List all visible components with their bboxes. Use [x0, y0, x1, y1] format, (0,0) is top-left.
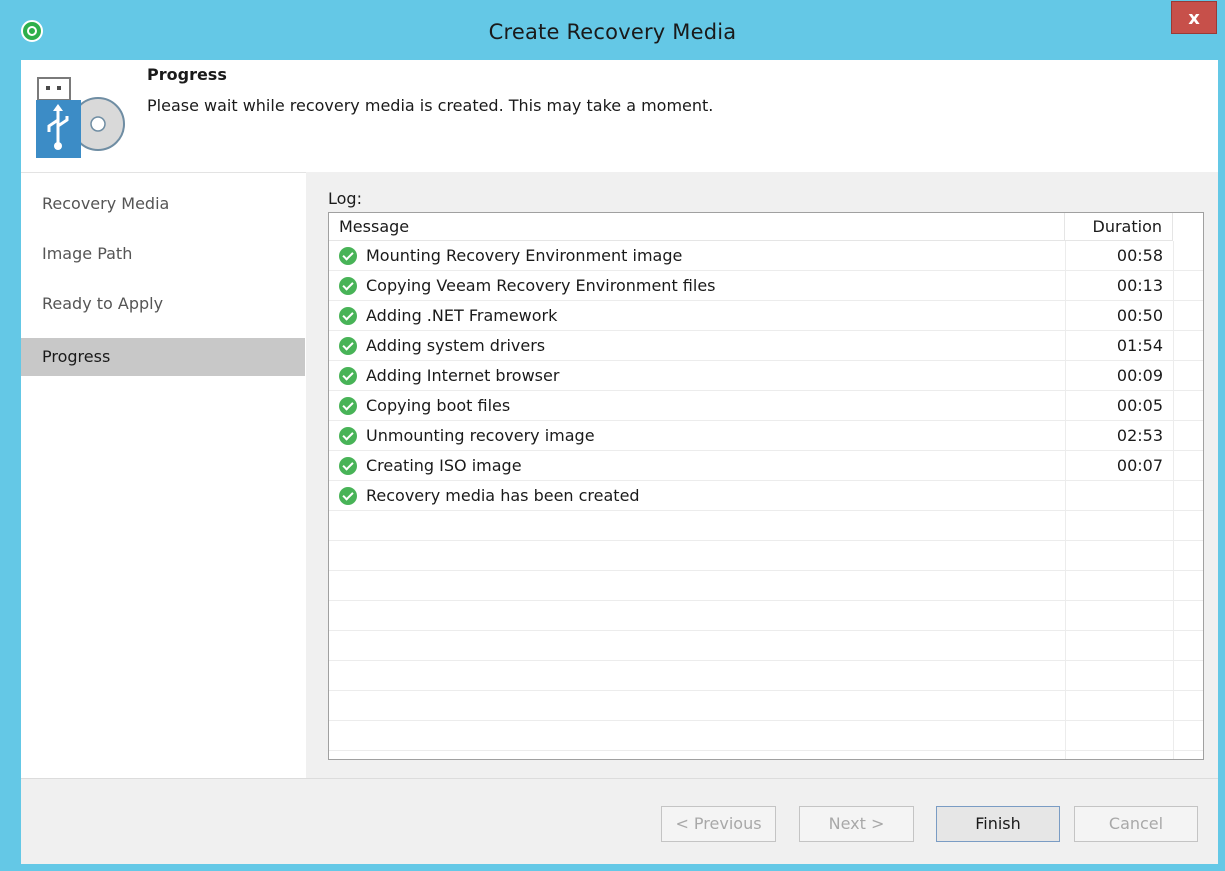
- log-message: Creating ISO image: [366, 456, 522, 475]
- log-table[interactable]: Message Duration Mounting Recovery Envir…: [328, 212, 1204, 760]
- title-bar[interactable]: Create Recovery Media x: [0, 0, 1225, 60]
- wizard-window: Create Recovery Media x Progress Please …: [0, 0, 1225, 871]
- success-check-icon: [339, 247, 357, 265]
- log-message: Adding system drivers: [366, 336, 546, 355]
- progress-panel: Log: Message Duration Mounting Recovery …: [306, 172, 1218, 778]
- usb-recovery-media-icon: [36, 77, 125, 158]
- cancel-button[interactable]: Cancel: [1074, 806, 1198, 842]
- log-duration: 00:13: [1116, 276, 1163, 295]
- log-duration: 00:09: [1116, 366, 1163, 385]
- sidebar-item-progress[interactable]: Progress: [21, 338, 305, 376]
- log-message: Copying Veeam Recovery Environment files: [366, 276, 716, 295]
- sidebar-item-ready-to-apply[interactable]: Ready to Apply: [21, 285, 305, 323]
- previous-button[interactable]: < Previous: [661, 806, 776, 842]
- success-check-icon: [339, 457, 357, 475]
- log-duration: 02:53: [1116, 426, 1163, 445]
- table-row[interactable]: Adding system drivers 01:54: [329, 331, 1203, 361]
- success-check-icon: [339, 367, 357, 385]
- empty-row: [329, 541, 1203, 571]
- log-duration: 00:50: [1116, 306, 1163, 325]
- table-row[interactable]: Copying boot files 00:05: [329, 391, 1203, 421]
- log-message: Adding Internet browser: [366, 366, 560, 385]
- wizard-header: Progress Please wait while recovery medi…: [21, 60, 1218, 172]
- success-check-icon: [339, 337, 357, 355]
- step-title: Progress: [147, 65, 227, 84]
- log-duration: 00:07: [1116, 456, 1163, 475]
- log-label: Log:: [328, 189, 362, 208]
- column-header-message[interactable]: Message: [329, 213, 1065, 241]
- log-duration: 01:54: [1116, 336, 1163, 355]
- table-row[interactable]: Creating ISO image 00:07: [329, 451, 1203, 481]
- success-check-icon: [339, 427, 357, 445]
- table-row[interactable]: Unmounting recovery image 02:53: [329, 421, 1203, 451]
- success-check-icon: [339, 307, 357, 325]
- sidebar-item-recovery-media[interactable]: Recovery Media: [21, 185, 305, 223]
- close-button[interactable]: x: [1171, 1, 1217, 34]
- column-header-duration[interactable]: Duration: [1065, 213, 1173, 241]
- table-row[interactable]: Adding Internet browser 00:09: [329, 361, 1203, 391]
- empty-row: [329, 511, 1203, 541]
- empty-row: [329, 571, 1203, 601]
- log-duration: 00:58: [1116, 246, 1163, 265]
- empty-row: [329, 661, 1203, 691]
- log-message: Unmounting recovery image: [366, 426, 595, 445]
- success-check-icon: [339, 277, 357, 295]
- wizard-steps-sidebar: Recovery Media Image Path Ready to Apply…: [21, 172, 306, 778]
- log-message: Mounting Recovery Environment image: [366, 246, 683, 265]
- finish-button[interactable]: Finish: [936, 806, 1060, 842]
- success-check-icon: [339, 397, 357, 415]
- wizard-frame: Progress Please wait while recovery medi…: [21, 60, 1218, 864]
- table-row[interactable]: Mounting Recovery Environment image 00:5…: [329, 241, 1203, 271]
- log-message: Adding .NET Framework: [366, 306, 558, 325]
- empty-row: [329, 601, 1203, 631]
- step-description: Please wait while recovery media is crea…: [147, 96, 714, 115]
- table-row[interactable]: Adding .NET Framework 00:50: [329, 301, 1203, 331]
- empty-row: [329, 721, 1203, 751]
- table-row[interactable]: Recovery media has been created: [329, 481, 1203, 511]
- log-message: Recovery media has been created: [366, 486, 640, 505]
- log-message: Copying boot files: [366, 396, 511, 415]
- log-duration: [1065, 481, 1173, 511]
- sidebar-item-image-path[interactable]: Image Path: [21, 235, 305, 273]
- empty-row: [329, 631, 1203, 661]
- success-check-icon: [339, 487, 357, 505]
- next-button[interactable]: Next >: [799, 806, 914, 842]
- empty-row: [329, 691, 1203, 721]
- wizard-footer: < Previous Next > Finish Cancel: [21, 778, 1218, 864]
- table-row[interactable]: Copying Veeam Recovery Environment files…: [329, 271, 1203, 301]
- window-title: Create Recovery Media: [488, 20, 737, 44]
- log-duration: 00:05: [1116, 396, 1163, 415]
